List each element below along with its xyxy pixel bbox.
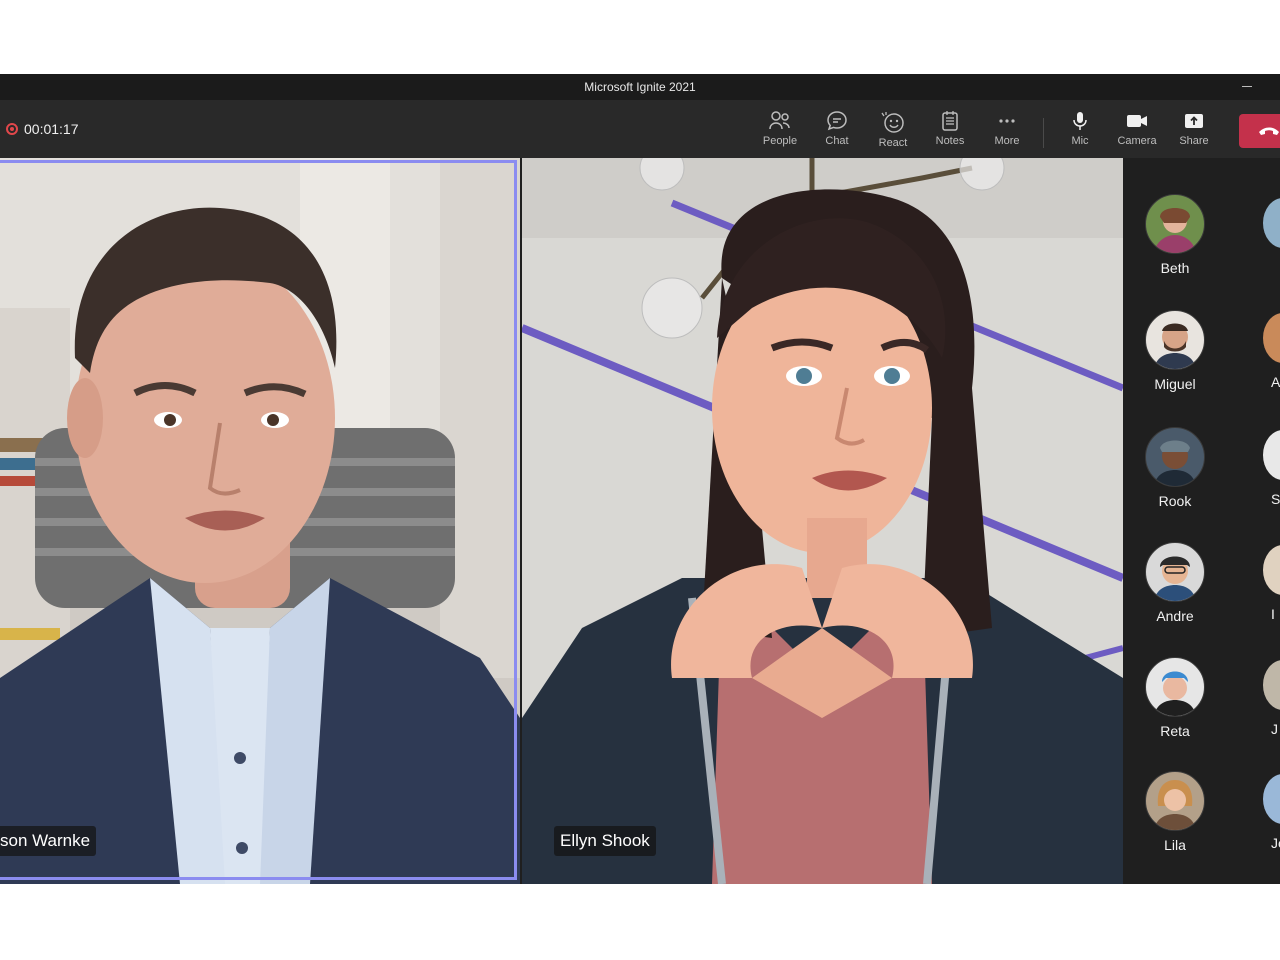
avatar [1145,310,1205,370]
participant-name-right: Ellyn Shook [554,826,656,856]
notes-icon [942,111,958,131]
speaker-video [0,158,520,884]
avatar-video [522,158,1123,884]
camera-icon [1127,115,1147,127]
camera-button[interactable]: Camera [1111,110,1163,154]
participant-name-left: son Warnke [0,826,97,856]
more-button[interactable]: More [981,110,1033,154]
people-icon [769,111,790,130]
recording-timer: 00:01:17 [6,120,79,138]
microphone-icon [1073,112,1087,130]
roster-name-partial: Je [1271,835,1280,851]
video-stage: son Warnke Ellyn Shook Beth Miguel Rook … [0,158,1280,884]
people-button[interactable]: People [754,110,806,154]
roster-name-partial: Sa [1271,491,1280,507]
chat-icon [827,111,847,131]
hang-up-button[interactable] [1239,114,1280,148]
meeting-toolbar: 00:01:17 People Chat React Notes More Mi… [0,100,1280,158]
avatar[interactable] [1263,313,1280,363]
mic-label: Mic [1071,135,1089,147]
avatar[interactable] [1263,774,1280,824]
roster-name: Lila [1164,837,1186,853]
react-label: React [878,137,908,149]
roster-person[interactable]: Andre [1145,542,1205,624]
roster-name: Reta [1160,723,1190,739]
people-label: People [762,135,798,147]
video-tile-left[interactable]: son Warnke [0,158,520,884]
window-title: Microsoft Ignite 2021 [584,80,696,94]
video-tile-right[interactable]: Ellyn Shook [522,158,1123,884]
avatar [1145,427,1205,487]
avatar [1145,657,1205,717]
participant-roster: Beth Miguel Rook Andre Reta Lila A S I J… [1123,158,1280,884]
avatar [1145,542,1205,602]
avatar[interactable] [1263,660,1280,710]
teams-meeting-window: Microsoft Ignite 2021 00:01:17 People Ch… [0,74,1280,884]
avatar[interactable] [1263,545,1280,595]
title-bar: Microsoft Ignite 2021 [0,74,1280,100]
notes-button[interactable]: Notes [924,110,976,154]
recording-icon [6,123,18,135]
roster-person[interactable]: Reta [1145,657,1205,739]
react-button[interactable]: React [867,110,919,154]
avatar[interactable] [1263,430,1280,480]
roster-person[interactable]: Rook [1145,427,1205,509]
roster-name: Miguel [1154,376,1196,392]
chat-label: Chat [825,135,849,147]
toolbar-divider [1043,118,1044,148]
emoji-icon [881,112,904,133]
more-label: More [994,135,1020,147]
mic-button[interactable]: Mic [1054,110,1106,154]
share-button[interactable]: Share [1168,110,1220,154]
phone-hangup-icon [1259,127,1279,135]
share-label: Share [1179,135,1209,147]
roster-name-partial: I [1271,606,1275,622]
notes-label: Notes [935,135,965,147]
chat-button[interactable]: Chat [811,110,863,154]
timer-text: 00:01:17 [24,121,79,137]
share-icon [1185,114,1203,128]
avatar[interactable] [1263,198,1280,248]
minimize-button[interactable] [1242,74,1256,100]
roster-name: Rook [1158,493,1192,509]
roster-name-partial: J [1271,721,1278,737]
roster-person[interactable]: Lila [1145,771,1205,853]
roster-person[interactable]: Miguel [1145,310,1205,392]
avatar [1145,771,1205,831]
avatar [1145,194,1205,254]
roster-person[interactable]: Beth [1145,194,1205,276]
roster-name: Andre [1156,608,1194,624]
more-icon [999,119,1015,123]
roster-name: Beth [1160,260,1190,276]
camera-label: Camera [1117,135,1157,147]
roster-name-partial: A [1271,374,1280,390]
